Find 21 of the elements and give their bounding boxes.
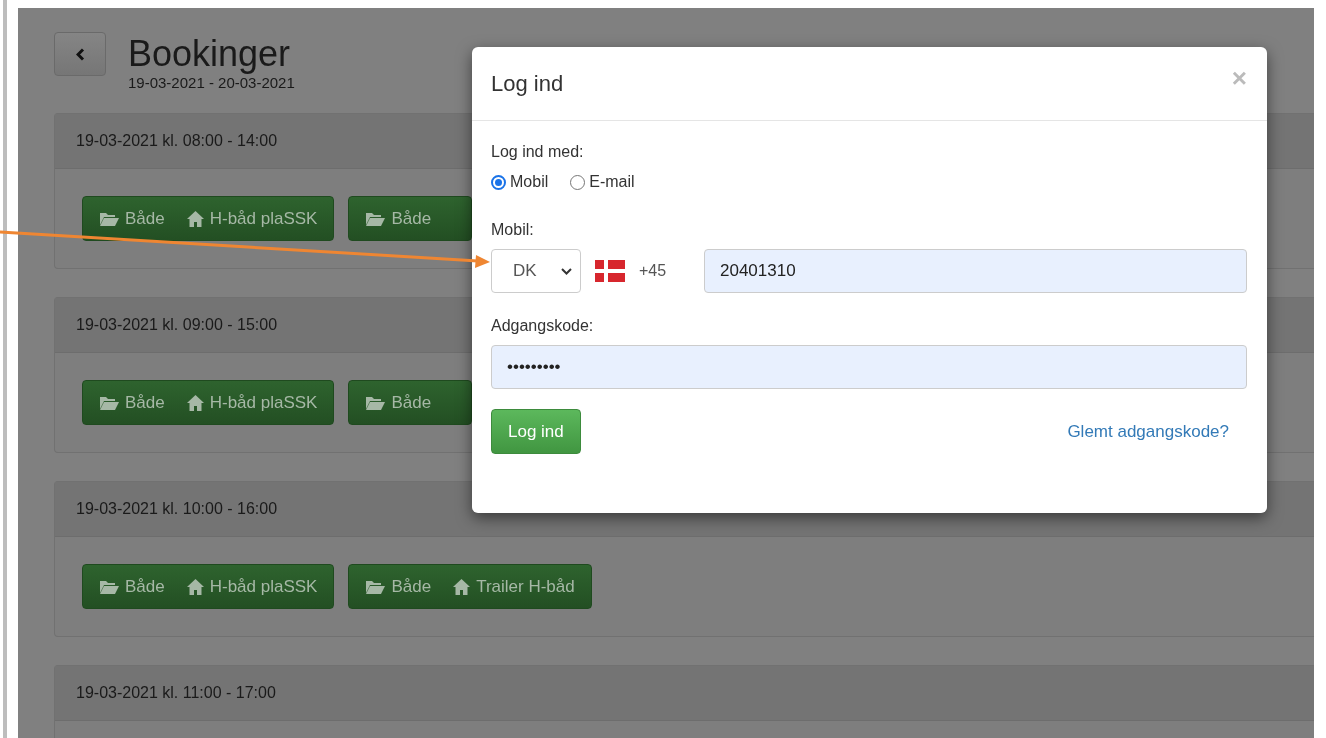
booking-button[interactable]: Både H-båd plaSSK	[82, 196, 335, 241]
forgot-password-link[interactable]: Glemt adgangskode?	[1067, 421, 1229, 442]
booking-button[interactable]: Både	[348, 380, 473, 425]
booking-button[interactable]: Både H-båd plaSSK	[82, 564, 335, 609]
radio-option[interactable]: Mobil	[491, 173, 549, 191]
mobile-input[interactable]: 20401310	[704, 249, 1247, 293]
country-select[interactable]: DK	[491, 249, 581, 293]
login-button[interactable]: Log ind	[491, 409, 581, 454]
booking-button[interactable]: Både	[348, 196, 473, 241]
page-title: Bookinger	[128, 32, 292, 76]
dial-code: +45	[639, 262, 668, 280]
login-method-label: Log ind med:	[491, 143, 585, 161]
dialog-title: Log ind	[491, 70, 564, 97]
radio-option[interactable]: E-mail	[570, 173, 635, 191]
password-label: Adgangskode:	[491, 317, 595, 335]
booking-time: 19-03-2021 kl. 11:00 - 17:00	[55, 666, 1314, 721]
booking-button[interactable]: Både H-båd plaSSK	[82, 380, 335, 425]
booking-button[interactable]: Både Trailer H-båd	[348, 564, 592, 609]
date-range: 19-03-2021 - 20-03-2021	[128, 74, 295, 91]
password-input[interactable]: •••••••••	[491, 345, 1247, 389]
mobile-label: Mobil:	[491, 221, 535, 239]
